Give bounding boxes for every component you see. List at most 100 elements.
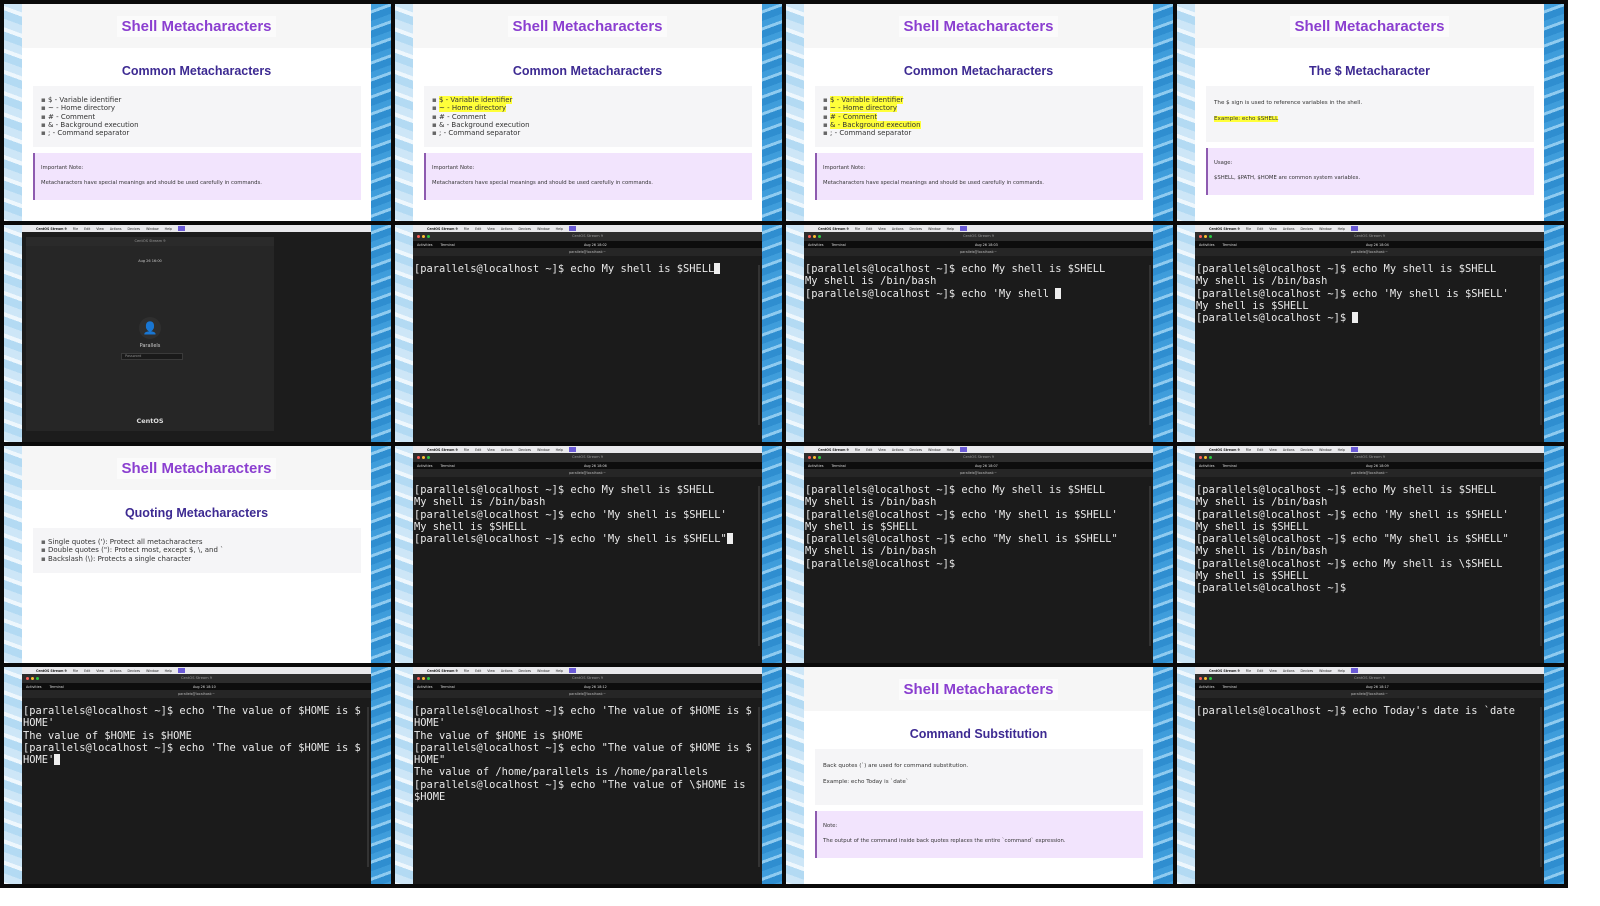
- user-avatar-icon[interactable]: 👤: [139, 317, 161, 339]
- mac-menu-item[interactable]: Edit: [84, 669, 90, 673]
- terminal-scrollbar[interactable]: [758, 265, 760, 425]
- thumbnail-cell[interactable]: Shell Metacharacters Common Metacharacter…: [786, 4, 1173, 221]
- mac-menu-item[interactable]: Actions: [1283, 227, 1295, 231]
- window-control-button[interactable]: [1209, 235, 1212, 238]
- terminal-output[interactable]: [parallels@localhost ~]$ echo My shell i…: [804, 256, 1153, 300]
- password-input[interactable]: Password: [121, 353, 183, 360]
- window-control-button[interactable]: [417, 235, 420, 238]
- parallels-status-icon[interactable]: [177, 668, 185, 673]
- thumbnail-cell[interactable]: Shell Metacharacters The $ Metacharacter T…: [1177, 4, 1564, 221]
- terminal-output[interactable]: [parallels@localhost ~]$ echo My shell i…: [413, 477, 762, 545]
- window-controls[interactable]: [1199, 235, 1212, 238]
- mac-menu-item[interactable]: Devices: [519, 669, 532, 673]
- mac-menu-item[interactable]: View: [96, 227, 104, 231]
- activities-button[interactable]: Activities: [1199, 685, 1214, 689]
- parallels-status-icon[interactable]: [568, 668, 576, 673]
- mac-menu-item[interactable]: Devices: [1301, 448, 1314, 452]
- mac-menu-item[interactable]: View: [1269, 227, 1277, 231]
- username[interactable]: Parallels: [26, 343, 274, 349]
- window-control-button[interactable]: [427, 456, 430, 459]
- mac-menu-item[interactable]: File: [73, 227, 78, 231]
- mac-menu-item[interactable]: Actions: [110, 227, 122, 231]
- mac-menu-item[interactable]: File: [1246, 448, 1251, 452]
- window-control-button[interactable]: [1209, 456, 1212, 459]
- window-control-button[interactable]: [422, 235, 425, 238]
- gnome-clock[interactable]: Aug 26 18:12: [584, 685, 637, 689]
- mac-menu-item[interactable]: Devices: [519, 227, 532, 231]
- gnome-clock[interactable]: Aug 26 18:09: [1366, 464, 1419, 468]
- window-control-button[interactable]: [1204, 677, 1207, 680]
- window-control-button[interactable]: [427, 677, 430, 680]
- thumbnail-cell[interactable]: CentOS Stream 9 File Edit View Actions Device…: [395, 225, 782, 442]
- activities-button[interactable]: Activities: [1199, 464, 1214, 468]
- mac-menu-item[interactable]: View: [487, 669, 495, 673]
- mac-menu-item[interactable]: Edit: [1257, 227, 1263, 231]
- terminal-output[interactable]: [parallels@localhost ~]$ echo Today's da…: [1195, 698, 1544, 717]
- thumbnail-cell[interactable]: CentOS Stream 9 File Edit View Actions Device…: [786, 225, 1173, 442]
- window-control-button[interactable]: [31, 677, 34, 680]
- mac-menu-item[interactable]: Help: [947, 227, 954, 231]
- terminal-app-label[interactable]: Terminal: [831, 464, 845, 468]
- mac-menu-item[interactable]: File: [855, 448, 860, 452]
- mac-menu-item[interactable]: Window: [146, 669, 159, 673]
- thumbnail-cell[interactable]: CentOS Stream 9 File Edit View Actions Device…: [1177, 225, 1564, 442]
- mac-menu-item[interactable]: View: [878, 448, 886, 452]
- window-controls[interactable]: [417, 456, 430, 459]
- activities-button[interactable]: Activities: [808, 243, 823, 247]
- mac-menu-item[interactable]: Edit: [475, 448, 481, 452]
- window-control-button[interactable]: [1199, 677, 1202, 680]
- activities-button[interactable]: Activities: [1199, 243, 1214, 247]
- gnome-clock[interactable]: Aug 26 18:04: [1366, 243, 1419, 247]
- window-control-button[interactable]: [818, 456, 821, 459]
- parallels-status-icon[interactable]: [568, 447, 576, 452]
- mac-menu-item[interactable]: Help: [1338, 227, 1345, 231]
- mac-menu-item[interactable]: Edit: [866, 448, 872, 452]
- mac-menu-item[interactable]: Devices: [910, 448, 923, 452]
- mac-menu-item[interactable]: Help: [165, 669, 172, 673]
- activities-button[interactable]: Activities: [26, 685, 41, 689]
- mac-menu-item[interactable]: File: [855, 227, 860, 231]
- thumbnail-cell[interactable]: CentOS Stream 9 File Edit View Actions Device…: [1177, 667, 1564, 884]
- terminal-scrollbar[interactable]: [1540, 486, 1542, 646]
- mac-menu-item[interactable]: View: [1269, 669, 1277, 673]
- mac-menu-item[interactable]: Window: [1319, 227, 1332, 231]
- mac-menu-item[interactable]: Actions: [110, 669, 122, 673]
- window-control-button[interactable]: [1199, 456, 1202, 459]
- mac-menu-item[interactable]: Actions: [892, 227, 904, 231]
- terminal-app-label[interactable]: Terminal: [440, 685, 454, 689]
- parallels-status-icon[interactable]: [1350, 668, 1358, 673]
- mac-menu-item[interactable]: Edit: [475, 227, 481, 231]
- window-control-button[interactable]: [808, 235, 811, 238]
- mac-menu-item[interactable]: Edit: [1257, 448, 1263, 452]
- thumbnail-cell[interactable]: Shell Metacharacters Common Metacharacter…: [395, 4, 782, 221]
- window-control-button[interactable]: [1204, 456, 1207, 459]
- mac-menu-item[interactable]: File: [73, 669, 78, 673]
- terminal-output[interactable]: [parallels@localhost ~]$ echo 'The value…: [22, 698, 371, 766]
- terminal-scrollbar[interactable]: [1149, 486, 1151, 646]
- mac-menu-item[interactable]: View: [487, 227, 495, 231]
- activities-button[interactable]: Activities: [417, 243, 432, 247]
- parallels-status-icon[interactable]: [1350, 447, 1358, 452]
- terminal-output[interactable]: [parallels@localhost ~]$ echo My shell i…: [804, 477, 1153, 570]
- mac-menu-item[interactable]: Devices: [1301, 669, 1314, 673]
- mac-menu-item[interactable]: Actions: [501, 669, 513, 673]
- mac-menu-item[interactable]: File: [464, 227, 469, 231]
- mac-menu-item[interactable]: Help: [556, 669, 563, 673]
- terminal-app-label[interactable]: Terminal: [1222, 685, 1236, 689]
- window-control-button[interactable]: [1204, 235, 1207, 238]
- mac-menu-item[interactable]: File: [464, 448, 469, 452]
- window-control-button[interactable]: [813, 235, 816, 238]
- mac-menu-item[interactable]: Help: [556, 227, 563, 231]
- thumbnail-cell[interactable]: CentOS Stream 9 File Edit View Actions Device…: [395, 667, 782, 884]
- mac-menu-item[interactable]: Edit: [866, 227, 872, 231]
- mac-menu-item[interactable]: Devices: [128, 227, 141, 231]
- window-control-button[interactable]: [26, 677, 29, 680]
- mac-menu-item[interactable]: File: [1246, 227, 1251, 231]
- mac-menu-item[interactable]: Window: [1319, 669, 1332, 673]
- window-controls[interactable]: [808, 456, 821, 459]
- terminal-app-label[interactable]: Terminal: [1222, 464, 1236, 468]
- window-control-button[interactable]: [818, 235, 821, 238]
- mac-menu-item[interactable]: Edit: [475, 669, 481, 673]
- terminal-scrollbar[interactable]: [1540, 265, 1542, 425]
- window-controls[interactable]: [1199, 677, 1212, 680]
